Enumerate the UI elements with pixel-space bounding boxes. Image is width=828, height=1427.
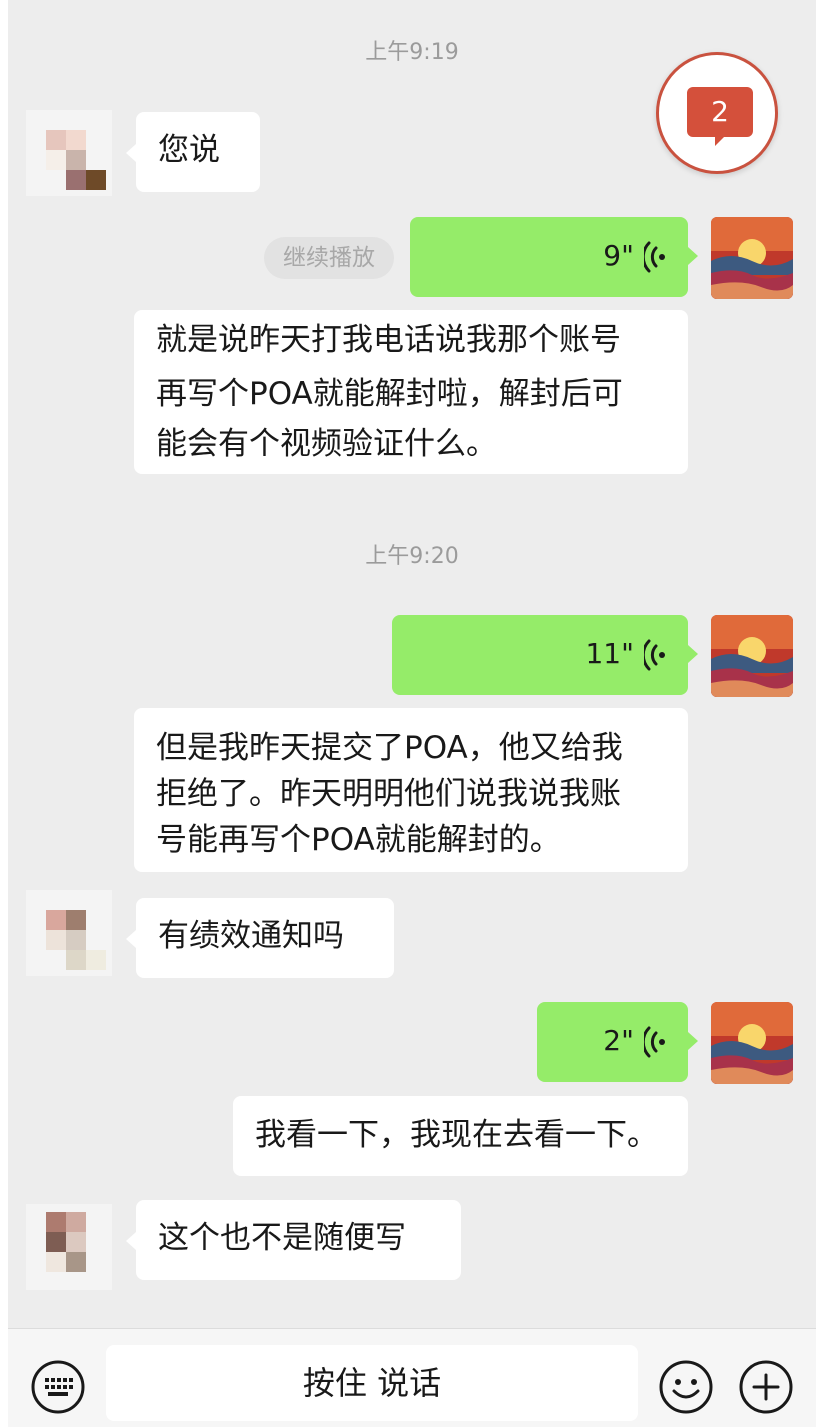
voice-wave-icon bbox=[644, 1026, 665, 1058]
unread-message-button[interactable]: 2 bbox=[656, 52, 778, 174]
message-text: 有绩效通知吗 bbox=[158, 918, 344, 954]
voice-transcript[interactable]: 但是我昨天提交了POA，他又给我 拒绝了。昨天明明他们说我说我账 号能再写个PO… bbox=[134, 708, 688, 872]
voice-duration: 11" bbox=[585, 637, 634, 670]
contact-avatar[interactable] bbox=[26, 890, 112, 976]
voice-duration: 9" bbox=[603, 239, 634, 272]
unread-message-icon: 2 bbox=[687, 87, 753, 146]
my-avatar[interactable] bbox=[711, 217, 793, 299]
received-message[interactable]: 您说 bbox=[126, 112, 260, 192]
voice-duration: 2" bbox=[603, 1024, 634, 1057]
voice-wave-icon bbox=[644, 241, 665, 273]
contact-avatar[interactable] bbox=[26, 110, 112, 196]
transcript-line: 我看一下，我现在去看一下。 bbox=[255, 1117, 658, 1153]
received-message[interactable]: 有绩效通知吗 bbox=[126, 898, 394, 978]
unread-count: 2 bbox=[711, 95, 729, 128]
plus-icon[interactable] bbox=[738, 1359, 794, 1415]
my-avatar[interactable] bbox=[711, 1002, 793, 1084]
message-text: 这个也不是随便写 bbox=[158, 1220, 406, 1256]
received-message[interactable]: 这个也不是随便写 bbox=[126, 1200, 461, 1280]
voice-message[interactable]: 2" bbox=[537, 1002, 698, 1082]
keyboard-icon[interactable] bbox=[30, 1359, 86, 1415]
message-text: 您说 bbox=[158, 132, 220, 168]
voice-message[interactable]: 11" bbox=[392, 615, 698, 695]
transcript-line: 能会有个视频验证什么。 bbox=[156, 426, 497, 462]
transcript-line: 号能再写个POA就能解封的。 bbox=[156, 822, 561, 858]
timestamp: 上午9:20 bbox=[365, 544, 459, 569]
voice-message[interactable]: 9" bbox=[410, 217, 698, 297]
emoji-icon[interactable] bbox=[658, 1359, 714, 1415]
voice-wave-icon bbox=[644, 639, 665, 671]
chat-area[interactable]: 上午9:19 您说 2 继续播放 9" 就是说昨天打我电话说我那个账号 再写个P… bbox=[8, 0, 816, 1328]
input-bar: 按住 说话 bbox=[8, 1328, 816, 1427]
transcript-line: 再写个POA就能解封啦，解封后可 bbox=[156, 376, 623, 412]
hold-to-talk-button[interactable]: 按住 说话 bbox=[106, 1345, 638, 1421]
transcript-line: 就是说昨天打我电话说我那个账号 bbox=[156, 322, 621, 358]
voice-transcript[interactable]: 就是说昨天打我电话说我那个账号 再写个POA就能解封啦，解封后可 能会有个视频验… bbox=[134, 310, 688, 474]
continue-play-label[interactable]: 继续播放 bbox=[264, 237, 394, 279]
my-avatar[interactable] bbox=[711, 615, 793, 697]
voice-transcript[interactable]: 我看一下，我现在去看一下。 bbox=[233, 1096, 688, 1176]
contact-avatar[interactable] bbox=[26, 1204, 112, 1290]
